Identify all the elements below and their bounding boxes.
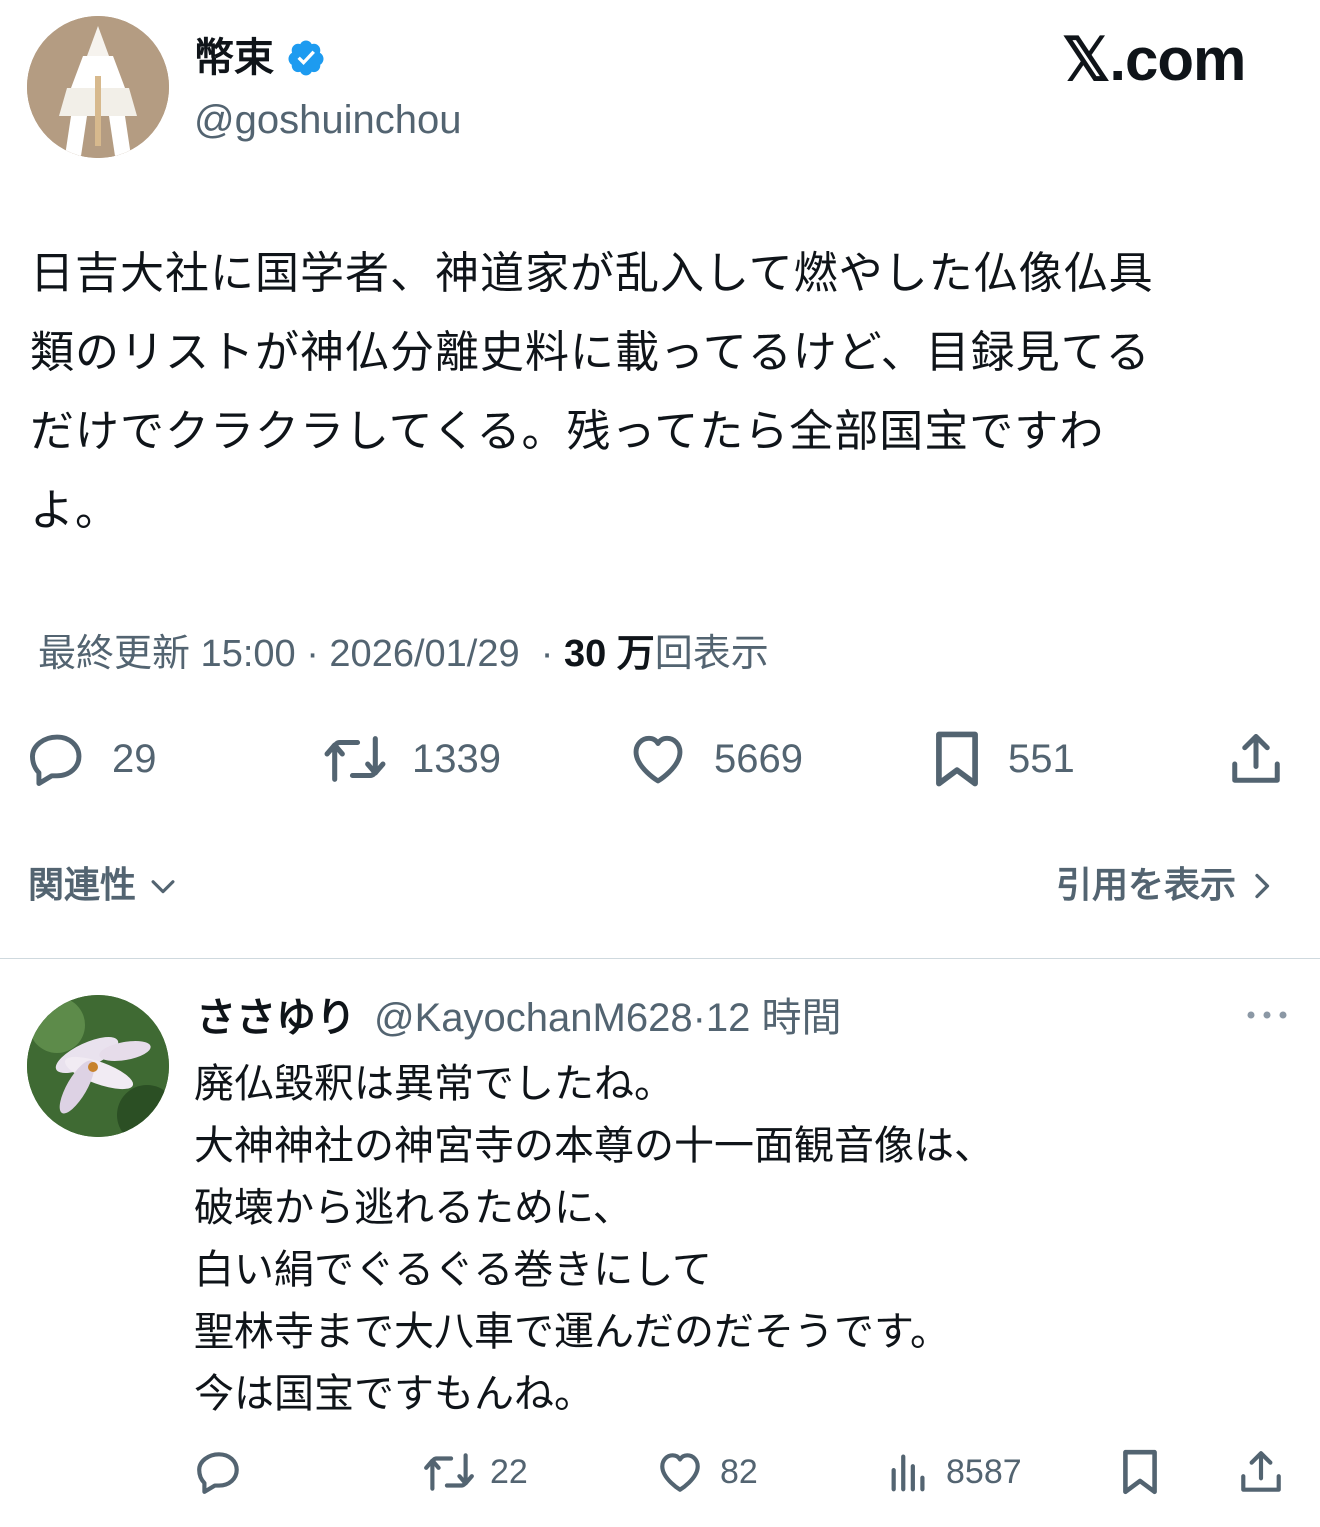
reply-view-count: 8587: [946, 1452, 1022, 1491]
reply-author-handle[interactable]: @KayochanM628: [374, 990, 693, 1046]
reply-share-button[interactable]: [1236, 1444, 1286, 1500]
reply-icon: [197, 1452, 239, 1494]
reply-time[interactable]: 12 時間: [706, 990, 842, 1046]
relevance-sort[interactable]: 関連性: [28, 858, 180, 914]
reply-reply-button[interactable]: [194, 1444, 244, 1500]
verified-badge-icon: [288, 40, 324, 76]
reply-like-count: 82: [720, 1452, 758, 1491]
repost-icon: [424, 1453, 474, 1491]
like-icon: [660, 1453, 700, 1492]
tweet-meta: 最終更新 15:00 · 2026/01/29 · 30 万回表示: [38, 626, 769, 682]
bookmark-icon: [1123, 1449, 1157, 1495]
author-name[interactable]: 幣束: [194, 32, 274, 84]
more-icon[interactable]: [1244, 1000, 1290, 1030]
divider: [0, 958, 1320, 959]
view-quotes-link[interactable]: 引用を表示: [1056, 858, 1276, 914]
bookmark-button[interactable]: 551: [930, 724, 1075, 794]
tweet-text: 日吉大社に国学者、神道家が乱入して燃やした仏像仏具 類のリストが神仏分離史料に載…: [30, 234, 1300, 550]
reply-author-name[interactable]: ささゆり: [196, 990, 356, 1046]
timestamp[interactable]: 最終更新 15:00 · 2026/01/29: [38, 633, 520, 675]
reply-separator: ·: [692, 996, 706, 1040]
author-handle[interactable]: @goshuinchou: [194, 94, 461, 146]
tweet-line: だけでクラクラしてくる。残ってたら全部国宝ですわ: [30, 406, 1105, 457]
repost-button[interactable]: 1339: [322, 724, 501, 794]
like-count: 5669: [714, 736, 803, 781]
reply-line: 破壊から逃れるために、: [194, 1185, 633, 1231]
reply-avatar[interactable]: [27, 995, 169, 1137]
repost-icon: [324, 736, 386, 782]
gohei-image: [27, 16, 169, 158]
reply-line: 大神神社の神宮寺の本尊の十一面観音像は、: [194, 1123, 994, 1169]
like-button[interactable]: 5669: [626, 724, 803, 794]
reply-views-button[interactable]: 8587: [886, 1444, 1022, 1500]
chevron-down-icon: [151, 880, 175, 894]
author-avatar[interactable]: [27, 16, 169, 158]
reply-line: 聖林寺まで大八車で運んだのだそうです。: [194, 1309, 950, 1355]
meta-separator: ·: [540, 633, 554, 675]
reply-header: ささゆり @KayochanM628 · 12 時間: [196, 990, 842, 1046]
reply-count: 29: [112, 736, 157, 781]
reply-line: 廃仏毀釈は異常でしたね。: [194, 1061, 674, 1107]
like-icon: [633, 735, 683, 784]
share-button[interactable]: [1226, 724, 1286, 794]
reply-repost-button[interactable]: 22: [422, 1444, 528, 1500]
reply-button[interactable]: 29: [26, 724, 157, 794]
tweet-line: よ。: [30, 485, 120, 536]
relevance-label: 関連性: [28, 865, 137, 906]
reply-repost-count: 22: [490, 1452, 528, 1491]
quotes-label: 引用を表示: [1055, 865, 1236, 906]
view-label: 回表示: [654, 633, 769, 675]
x-logo: 𝕏.com: [1062, 26, 1246, 93]
share-icon: [1241, 1451, 1281, 1492]
reply-text: 廃仏毀釈は異常でしたね。 大神神社の神宮寺の本尊の十一面観音像は、 破壊から逃れ…: [194, 1053, 1294, 1425]
repost-count: 1339: [412, 736, 501, 781]
view-count: 30 万: [563, 633, 655, 675]
share-icon: [1232, 734, 1280, 783]
reply-icon: [30, 734, 82, 786]
bookmark-icon: [936, 731, 978, 787]
lily-image: [27, 995, 169, 1137]
views-icon: [891, 1454, 925, 1492]
chevron-right-icon: [1255, 873, 1270, 899]
tweet-line: 類のリストが神仏分離史料に載ってるけど、目録見てる: [30, 327, 1151, 378]
author-name-row: 幣束: [194, 32, 326, 84]
bookmark-count: 551: [1008, 736, 1075, 781]
reply-line: 白い絹でぐるぐる巻きにして: [194, 1247, 712, 1293]
tweet-line: 日吉大社に国学者、神道家が乱入して燃やした仏像仏具: [30, 248, 1154, 299]
reply-line: 今は国宝ですもんね。: [194, 1371, 594, 1417]
reply-like-button[interactable]: 82: [654, 1444, 758, 1500]
reply-bookmark-button[interactable]: [1118, 1444, 1162, 1500]
